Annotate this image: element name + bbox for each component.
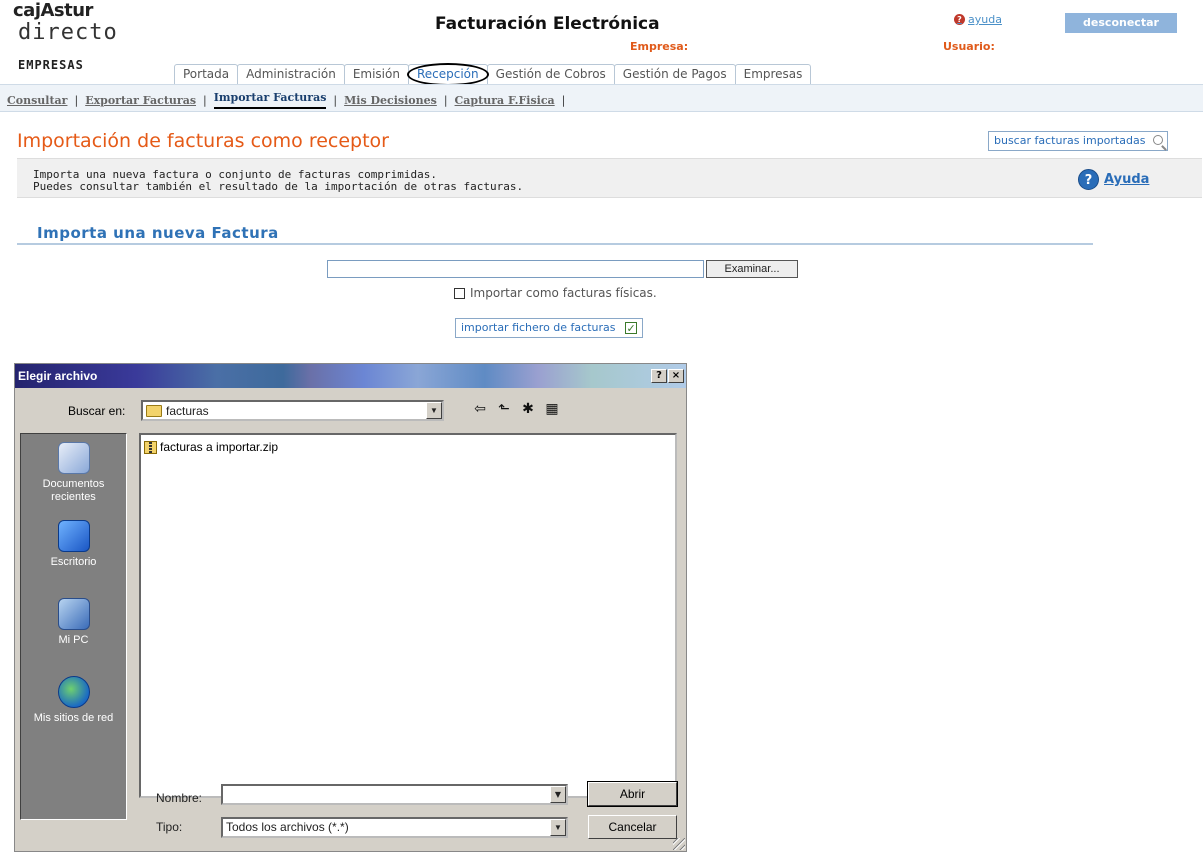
up-folder-icon[interactable]: ⬑ [495, 401, 513, 417]
file-name-input[interactable]: ▼ [221, 784, 568, 805]
recent-documents-icon [57, 442, 90, 474]
dialog-toolbar: ⇦ ⬑ ✱ ▦ [471, 401, 561, 417]
document-check-icon [624, 320, 637, 338]
file-name-label: Nombre: [156, 791, 203, 805]
place-my-computer[interactable]: Mi PC [21, 598, 126, 647]
import-file-button[interactable]: importar fichero de facturas [455, 318, 643, 338]
dialog-close-button[interactable]: × [668, 369, 684, 383]
folder-icon [146, 404, 162, 417]
empresa-label: Empresa: [630, 40, 689, 53]
chevron-down-icon[interactable]: ▼ [550, 819, 566, 836]
browse-button[interactable]: Examinar... [706, 260, 798, 278]
subnav-importar-facturas[interactable]: Importar Facturas [213, 91, 327, 109]
resize-grip[interactable] [673, 838, 685, 850]
new-folder-icon[interactable]: ✱ [519, 401, 537, 417]
dialog-help-button[interactable]: ? [651, 369, 667, 383]
ayuda-link[interactable]: ? Ayuda [1078, 169, 1149, 190]
tab-recepcion[interactable]: Recepción [406, 63, 489, 86]
import-file-label: importar fichero de facturas [461, 321, 616, 334]
dialog-title: Elegir archivo [18, 369, 98, 383]
file-list[interactable]: facturas a importar.zip [139, 433, 677, 798]
file-type-value: Todos los archivos (*.*) [226, 820, 349, 834]
place-network[interactable]: Mis sitios de red [21, 676, 126, 725]
tab-administracion[interactable]: Administración [237, 64, 345, 84]
my-computer-icon [57, 598, 90, 630]
subnav-captura-ffisica[interactable]: Captura F.Fisica [455, 94, 555, 107]
logo-directo: directo [18, 20, 118, 45]
view-menu-icon[interactable]: ▦ [543, 401, 561, 417]
tab-gestion-cobros[interactable]: Gestión de Cobros [486, 64, 615, 84]
search-imported-button[interactable]: buscar facturas importadas [988, 131, 1169, 151]
subnav-exportar-facturas[interactable]: Exportar Facturas [85, 94, 196, 107]
subnav: Consultar | Exportar Facturas | Importar… [7, 91, 572, 109]
file-path-input[interactable] [327, 260, 704, 278]
import-physical-label: Importar como facturas físicas. [470, 286, 657, 300]
usuario-label: Usuario: [943, 40, 995, 53]
tab-emision[interactable]: Emisión [343, 64, 409, 84]
page-title: Importación de facturas como receptor [17, 130, 389, 152]
look-in-value: facturas [166, 403, 209, 418]
place-recent-documents[interactable]: Documentos recientes [21, 442, 126, 504]
search-icon [1153, 135, 1164, 145]
help-icon: ? [1078, 169, 1099, 190]
section-title: Importa una nueva Factura [37, 224, 279, 242]
zip-folder-icon [144, 440, 157, 454]
look-in-label: Buscar en: [68, 404, 126, 418]
info-box: Importa una nueva factura o conjunto de … [17, 158, 1202, 198]
open-button[interactable]: Abrir [587, 781, 678, 807]
network-places-icon [57, 676, 90, 708]
back-icon[interactable]: ⇦ [471, 401, 489, 417]
file-dialog: Elegir archivo ? × Buscar en: facturas ▼… [14, 363, 687, 852]
subnav-mis-decisiones[interactable]: Mis Decisiones [344, 94, 437, 107]
section-divider [17, 243, 1093, 245]
info-line: Puedes consultar también el resultado de… [33, 180, 524, 193]
cancel-button[interactable]: Cancelar [588, 815, 677, 839]
help-icon: ? [954, 14, 965, 25]
import-physical-checkbox[interactable] [454, 287, 465, 299]
help-link[interactable]: ? ayuda [954, 13, 1002, 26]
place-desktop[interactable]: Escritorio [21, 520, 126, 569]
chevron-down-icon[interactable]: ▼ [550, 786, 566, 803]
disconnect-button[interactable]: desconectar [1065, 13, 1177, 33]
logo-empresas: EMPRESAS [18, 58, 84, 72]
tab-gestion-pagos[interactable]: Gestión de Pagos [613, 64, 736, 84]
file-item[interactable]: facturas a importar.zip [144, 440, 278, 454]
ayuda-label: Ayuda [1104, 172, 1150, 187]
file-type-label: Tipo: [156, 820, 183, 834]
places-bar: Documentos recientes Escritorio Mi PC Mi… [20, 433, 127, 820]
search-imported-label: buscar facturas importadas [994, 134, 1146, 147]
import-physical-option: Importar como facturas físicas. [454, 286, 657, 300]
main-tabs: Portada Administración Emisión Recepción… [174, 63, 812, 86]
dialog-titlebar[interactable]: Elegir archivo ? × [15, 364, 686, 388]
file-type-select[interactable]: Todos los archivos (*.*) ▼ [221, 817, 568, 838]
subnav-consultar[interactable]: Consultar [7, 94, 67, 107]
tab-empresas[interactable]: Empresas [734, 64, 812, 84]
chevron-down-icon[interactable]: ▼ [426, 402, 442, 419]
app-title: Facturación Electrónica [435, 14, 660, 34]
tab-portada[interactable]: Portada [174, 64, 239, 84]
logo-cajastur: cajAstur [13, 0, 93, 21]
desktop-icon [57, 520, 90, 552]
file-name: facturas a importar.zip [160, 440, 279, 454]
look-in-combo[interactable]: facturas ▼ [141, 400, 444, 421]
help-link-label: ayuda [968, 13, 1002, 26]
